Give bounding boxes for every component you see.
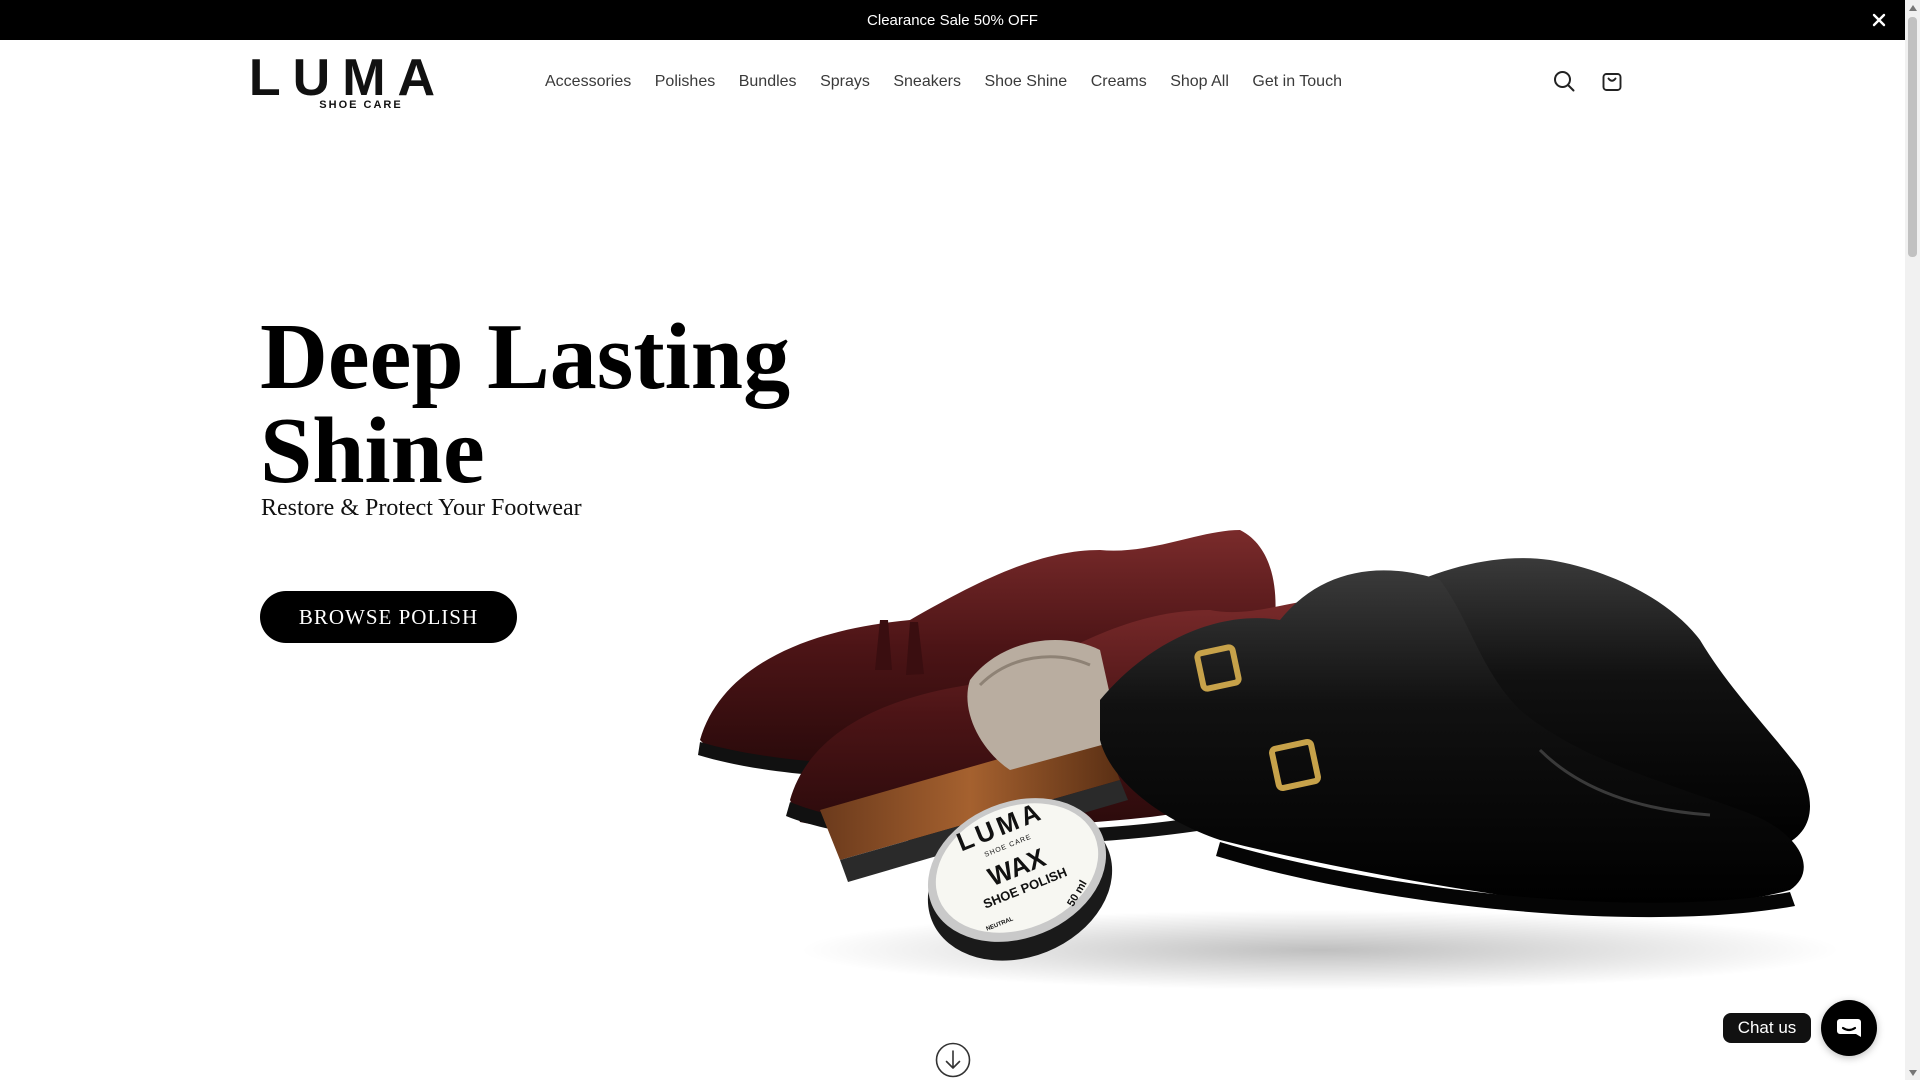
announcement-text: Clearance Sale 50% OFF	[867, 11, 1038, 29]
chat-button[interactable]	[1821, 1000, 1877, 1056]
scrollbar-thumb[interactable]	[1908, 17, 1917, 257]
scroll-down-arrow-icon[interactable]	[1905, 1065, 1920, 1080]
arrow-down-circle-icon[interactable]	[935, 1042, 971, 1078]
cart-icon[interactable]	[1597, 66, 1627, 96]
hero-product-image: LUMA SHOE CARE WAX SHOE POLISH NEUTRAL 5…	[698, 530, 1840, 990]
announcement-bar: Clearance Sale 50% OFF	[0, 0, 1905, 40]
nav-item-get-in-touch[interactable]: Get in Touch	[1252, 73, 1342, 91]
nav-item-creams[interactable]: Creams	[1091, 73, 1147, 91]
main-nav: Accessories Polishes Bundles Sprays Snea…	[545, 40, 1365, 124]
close-icon[interactable]	[1867, 8, 1891, 32]
hero-title: Deep Lasting Shine	[260, 305, 791, 503]
scroll-up-arrow-icon[interactable]	[1905, 0, 1920, 15]
nav-item-sneakers[interactable]: Sneakers	[893, 73, 961, 91]
nav-item-accessories[interactable]: Accessories	[545, 73, 631, 91]
browse-polish-button[interactable]: BROWSE POLISH	[260, 591, 517, 643]
nav-item-sprays[interactable]: Sprays	[820, 73, 870, 91]
nav-item-shoe-shine[interactable]: Shoe Shine	[984, 73, 1067, 91]
nav-item-polishes[interactable]: Polishes	[655, 73, 715, 91]
search-icon[interactable]	[1549, 66, 1579, 96]
page-scrollbar[interactable]	[1905, 0, 1920, 1080]
brand-name: LUMA	[248, 49, 448, 107]
site-header: LUMA SHOE CARE Accessories Polishes Bund…	[0, 40, 1905, 124]
nav-item-bundles[interactable]: Bundles	[739, 73, 797, 91]
chat-label[interactable]: Chat us	[1723, 1013, 1811, 1043]
brand-logo[interactable]: LUMA SHOE CARE	[249, 52, 435, 111]
nav-item-shop-all[interactable]: Shop All	[1170, 73, 1229, 91]
chat-bubble-icon	[1837, 1019, 1861, 1037]
brand-tagline: SHOE CARE	[319, 99, 403, 111]
hero-subtitle: Restore & Protect Your Footwear	[261, 495, 582, 521]
